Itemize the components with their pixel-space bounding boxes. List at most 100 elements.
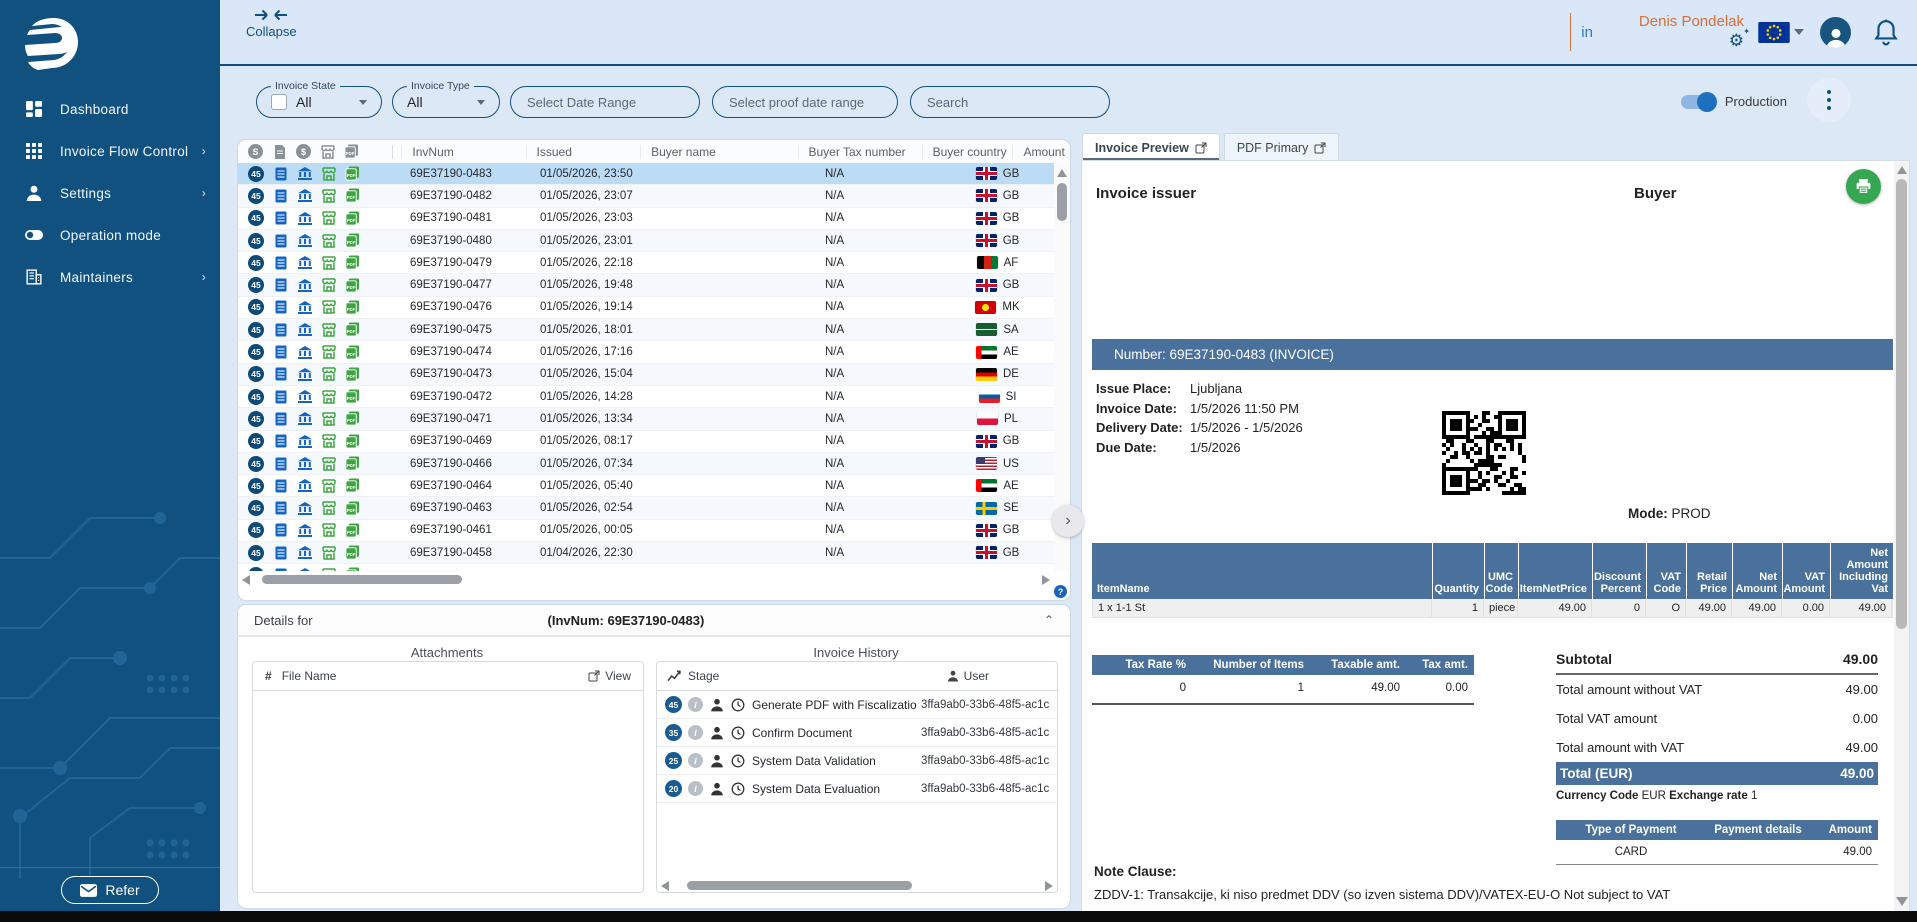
invoice-state-checkbox[interactable] — [271, 94, 287, 110]
table-row[interactable]: 45 PDF 69E37190-0458 01/04/2026, 22:30 N… — [238, 542, 1054, 564]
document-icon[interactable] — [273, 233, 288, 248]
sidebar-item-settings[interactable]: Settings › — [0, 172, 220, 214]
document-icon[interactable] — [273, 523, 288, 538]
pdf-icon[interactable]: PDF — [345, 233, 360, 248]
bank-icon[interactable] — [297, 255, 312, 270]
pdf-icon[interactable]: PDF — [345, 255, 360, 270]
store-icon[interactable] — [321, 411, 336, 426]
expand-panel-button[interactable]: › — [1052, 505, 1084, 537]
more-options-button[interactable] — [1807, 78, 1851, 122]
document-icon[interactable] — [273, 478, 288, 493]
collapse-chevron-icon[interactable]: ⌃ — [1044, 613, 1054, 627]
history-row[interactable]: 25 i System Data Validation 3ffa9ab0-33b… — [657, 747, 1057, 775]
pdf-icon[interactable]: PDF — [345, 322, 360, 337]
avatar[interactable] — [1820, 17, 1851, 48]
language-flag-eu[interactable] — [1758, 22, 1790, 43]
tab-invoice-preview[interactable]: Invoice Preview — [1082, 133, 1220, 161]
bank-icon[interactable] — [297, 523, 312, 538]
pdf-icon[interactable]: PDF — [345, 188, 360, 203]
store-icon[interactable] — [321, 367, 336, 382]
table-row[interactable]: 45 PDF 69E37190-0481 01/05/2026, 23:03 N… — [238, 208, 1054, 230]
refer-button[interactable]: Refer — [61, 876, 158, 904]
store-icon[interactable] — [321, 188, 336, 203]
store-icon[interactable] — [321, 255, 336, 270]
col-amount[interactable]: Amount — [1012, 145, 1070, 159]
document-icon[interactable] — [273, 411, 288, 426]
pdf-icon[interactable]: PDF — [345, 478, 360, 493]
pdf-icon[interactable]: PDF — [345, 434, 360, 449]
store-icon[interactable] — [321, 545, 336, 560]
pdf-icon[interactable]: PDF — [345, 389, 360, 404]
bank-icon[interactable] — [297, 478, 312, 493]
store-icon[interactable] — [321, 322, 336, 337]
search-input[interactable] — [925, 94, 1095, 111]
info-icon[interactable]: i — [688, 697, 703, 712]
bank-icon[interactable] — [297, 434, 312, 449]
table-row[interactable]: 45 PDF 69E37190-0480 01/05/2026, 23:01 N… — [238, 230, 1054, 252]
document-icon[interactable] — [273, 300, 288, 315]
help-button[interactable]: ? — [1054, 585, 1067, 598]
col-invnum[interactable]: InvNum — [401, 145, 525, 159]
bank-icon[interactable] — [297, 367, 312, 382]
table-row[interactable]: 45 PDF 69E37190-0479 01/05/2026, 22:18 N… — [238, 252, 1054, 274]
store-icon[interactable] — [321, 567, 336, 571]
chevron-down-icon[interactable] — [1794, 29, 1804, 35]
document-icon[interactable] — [273, 389, 288, 404]
table-row[interactable]: 45 PDF 69E37190-0466 01/05/2026, 07:34 N… — [238, 453, 1054, 475]
pdf-icon[interactable]: PDF — [345, 345, 360, 360]
table-row[interactable]: 45 PDF 69E37190-0471 01/05/2026, 13:34 N… — [238, 408, 1054, 430]
col-buyer-tax[interactable]: Buyer Tax number — [798, 145, 922, 159]
table-row[interactable]: 45 PDF 69E37190-0463 01/05/2026, 02:54 N… — [238, 497, 1054, 519]
bank-icon[interactable] — [297, 545, 312, 560]
bank-icon[interactable] — [297, 389, 312, 404]
document-icon[interactable] — [273, 255, 288, 270]
store-icon[interactable] — [321, 345, 336, 360]
bank-icon[interactable] — [297, 567, 312, 571]
document-icon[interactable] — [273, 278, 288, 293]
details-header[interactable]: Details for (InvNum: 69E37190-0483) ⌃ — [238, 605, 1070, 637]
proof-date-range-input[interactable] — [727, 94, 883, 111]
store-icon[interactable] — [321, 300, 336, 315]
document-icon[interactable] — [273, 367, 288, 382]
invoice-table-horizontal-scrollbar[interactable] — [238, 573, 1054, 586]
table-row[interactable]: 45 PDF 69E37190-0483 01/05/2026, 23:50 N… — [238, 163, 1054, 185]
pdf-icon[interactable]: PDF — [345, 523, 360, 538]
print-button[interactable] — [1846, 169, 1881, 204]
store-icon[interactable] — [321, 501, 336, 516]
bank-icon[interactable] — [297, 456, 312, 471]
store-icon[interactable] — [321, 166, 336, 181]
col-buyer-name[interactable]: Buyer name — [640, 145, 797, 159]
col-buyer-country[interactable]: Buyer country — [922, 145, 1013, 159]
bank-icon[interactable] — [297, 322, 312, 337]
sidebar-item-dashboard[interactable]: Dashboard — [0, 88, 220, 130]
document-icon[interactable] — [273, 545, 288, 560]
pdf-icon[interactable]: PDF — [345, 411, 360, 426]
pdf-icon[interactable]: PDF — [345, 567, 360, 571]
col-issued[interactable]: Issued — [526, 145, 641, 159]
store-icon[interactable] — [321, 389, 336, 404]
info-icon[interactable]: i — [688, 781, 703, 796]
sidebar-item-maintainers[interactable]: Maintainers › — [0, 256, 220, 298]
bank-icon[interactable] — [297, 278, 312, 293]
table-row[interactable]: 45 PDF 69E37190-0475 01/05/2026, 18:01 N… — [238, 319, 1054, 341]
preview-vertical-scrollbar[interactable] — [1894, 161, 1909, 912]
table-row[interactable]: 45 PDF 69E37190-0469 01/05/2026, 08:17 N… — [238, 431, 1054, 453]
pdf-icon[interactable]: PDF — [345, 545, 360, 560]
store-icon[interactable] — [321, 278, 336, 293]
notifications-bell-icon[interactable] — [1873, 18, 1899, 46]
document-icon[interactable] — [273, 434, 288, 449]
document-icon[interactable] — [273, 322, 288, 337]
invoice-type-select[interactable]: Invoice Type All — [392, 86, 500, 118]
pdf-icon[interactable]: PDF — [345, 501, 360, 516]
history-horizontal-scrollbar[interactable] — [657, 879, 1057, 892]
bank-icon[interactable] — [297, 233, 312, 248]
sidebar-item-operation-mode[interactable]: Operation mode — [0, 214, 220, 256]
bank-icon[interactable] — [297, 345, 312, 360]
document-icon[interactable] — [273, 501, 288, 516]
history-row[interactable]: 20 i System Data Evaluation 3ffa9ab0-33b… — [657, 775, 1057, 803]
history-row[interactable]: 45 i Generate PDF with Fiscalization Dat… — [657, 691, 1057, 719]
bank-icon[interactable] — [297, 411, 312, 426]
document-icon[interactable] — [273, 456, 288, 471]
tab-pdf-primary[interactable]: PDF Primary — [1224, 133, 1340, 161]
table-row[interactable]: 45 PDF 69E37190-0476 01/05/2026, 19:14 N… — [238, 297, 1054, 319]
